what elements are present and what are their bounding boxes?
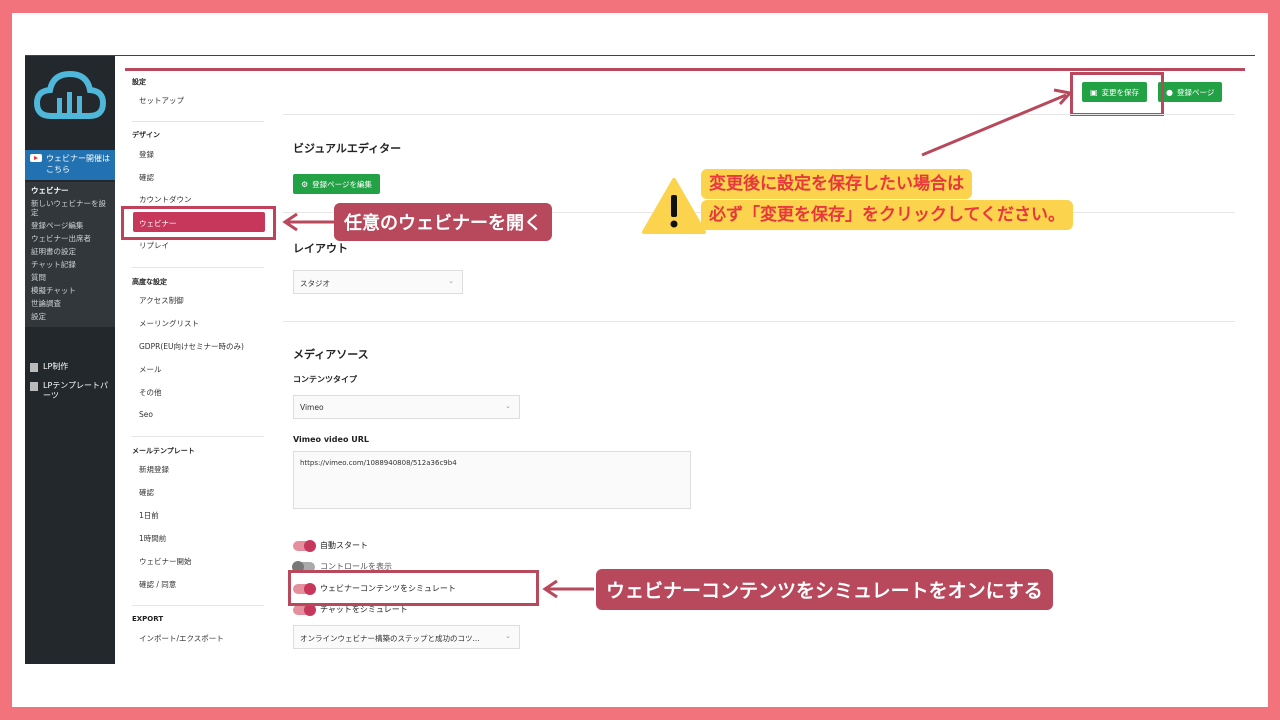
registration-page-button[interactable]: ● 登録ページ [1158, 82, 1223, 102]
callout-save-line1: 変更後に設定を保存したい場合は [701, 169, 972, 199]
vimeo-url-input[interactable]: https://vimeo.com/1088940808/512a36c9b4 [293, 451, 691, 509]
content-type-value: Vimeo [300, 403, 324, 412]
highlight-box-webinar-nav [121, 206, 276, 240]
nav-divider [132, 121, 264, 122]
edit-registration-page-button[interactable]: ⚙ 登録ページを編集 [293, 174, 381, 194]
sidebar-item-lp-template[interactable]: LPテンプレートパーツ [25, 381, 115, 401]
nav-section-settings: 設定 [132, 78, 146, 86]
submenu-settings[interactable]: 設定 [25, 310, 115, 323]
nav-item-confirmation[interactable]: 確認 [139, 172, 154, 183]
submenu-certificate[interactable]: 証明書の設定 [25, 245, 115, 258]
nav-item-access-control[interactable]: アクセス制御 [139, 295, 184, 306]
layout-heading: レイアウト [293, 242, 348, 255]
nav-item-1day[interactable]: 1日前 [139, 510, 159, 521]
folder-icon [30, 382, 38, 391]
warning-icon [642, 178, 706, 234]
nav-item-confirm-consent[interactable]: 確認 / 同意 [139, 579, 176, 590]
highlight-box-simulate [288, 570, 539, 606]
nav-item-1hour[interactable]: 1時間前 [139, 533, 166, 544]
pages-icon [30, 363, 38, 372]
nav-item-mail[interactable]: メール [139, 364, 162, 375]
sidebar-item-webinar[interactable]: ウェビナー開催はこちら [25, 150, 115, 180]
chevron-down-icon: ⌄ [505, 632, 511, 640]
nav-divider [132, 605, 264, 606]
nav-divider [132, 267, 264, 268]
nav-item-mail-confirm[interactable]: 確認 [139, 487, 154, 498]
submenu-new-webinar[interactable]: 新しいウェビナーを設定 [25, 197, 115, 219]
chevron-down-icon: ⌄ [505, 402, 511, 410]
gear-icon: ⚙ [301, 179, 309, 189]
simulate-webinar-select[interactable]: オンラインウェビナー構築のステップと成功のコツ... ⌄ [293, 625, 520, 649]
sidebar-item-lp-make-label: LP制作 [43, 362, 69, 371]
content-type-select[interactable]: Vimeo ⌄ [293, 395, 520, 419]
nav-item-replay[interactable]: リプレイ [139, 240, 169, 251]
submenu-mock-chat[interactable]: 模擬チャット [25, 284, 115, 297]
vimeo-url-label: Vimeo video URL [293, 435, 369, 444]
submenu-reg-page-edit[interactable]: 登録ページ編集 [25, 219, 115, 232]
callout-simulate-on: ウェビナーコンテンツをシミュレートをオンにする [596, 569, 1053, 610]
user-icon: ● [1166, 87, 1173, 97]
top-border-line [25, 55, 1255, 56]
edit-registration-page-label: 登録ページを編集 [312, 179, 373, 189]
content-type-label: コンテンツタイプ [293, 375, 357, 384]
nav-section-mail-templates: メールテンプレート [132, 447, 195, 455]
nav-item-new-registration[interactable]: 新規登録 [139, 464, 169, 475]
visual-editor-heading: ビジュアルエディター [293, 142, 402, 155]
nav-item-other[interactable]: その他 [139, 387, 162, 398]
webinar-submenu: ウェビナー 新しいウェビナーを設定 登録ページ編集 ウェビナー出席者 証明書の設… [25, 182, 115, 327]
sidebar-item-webinar-label: ウェビナー開催はこちら [46, 154, 110, 174]
chevron-down-icon: ⌄ [448, 277, 454, 285]
nav-item-import-export[interactable]: インポート/エクスポート [139, 633, 224, 644]
callout-save-line2: 必ず「変更を保存」をクリックしてください。 [701, 200, 1073, 230]
nav-section-design: デザイン [132, 131, 160, 139]
wp-admin-sidebar: ウェビナー開催はこちら ウェビナー 新しいウェビナーを設定 登録ページ編集 ウェ… [25, 56, 115, 664]
nav-section-advanced: 高度な設定 [132, 278, 167, 286]
nav-item-mailing-list[interactable]: メーリングリスト [139, 318, 199, 329]
media-source-heading: メディアソース [293, 348, 369, 361]
nav-item-webinar-start[interactable]: ウェビナー開始 [139, 556, 192, 567]
layout-select[interactable]: スタジオ ⌄ [293, 270, 463, 294]
nav-section-export: EXPORT [132, 615, 164, 623]
simulate-chat-toggle[interactable] [293, 604, 316, 616]
submenu-webinar[interactable]: ウェビナー [25, 184, 115, 197]
autostart-toggle[interactable] [293, 540, 316, 552]
nav-item-registration[interactable]: 登録 [139, 149, 154, 160]
submenu-attendees[interactable]: ウェビナー出席者 [25, 232, 115, 245]
callout-open-webinar: 任意のウェビナーを開く [334, 203, 552, 241]
section-divider [283, 321, 1235, 322]
sidebar-item-lp-make[interactable]: LP制作 [25, 362, 115, 372]
sidebar-item-lp-template-label: LPテンプレートパーツ [43, 381, 109, 400]
cloud-logo-icon [33, 70, 107, 119]
nav-item-gdpr[interactable]: GDPR(EU向けセミナー時のみ) [139, 341, 244, 352]
layout-select-value: スタジオ [300, 279, 330, 288]
nav-item-seo[interactable]: Seo [139, 410, 153, 419]
submenu-polls[interactable]: 世論調査 [25, 297, 115, 310]
settings-nav: 設定 セットアップ デザイン 登録 確認 カウントダウン ウェビナー リプレイ … [120, 70, 270, 664]
simulate-webinar-select-value: オンラインウェビナー構築のステップと成功のコツ... [300, 634, 480, 643]
submenu-questions[interactable]: 質問 [25, 271, 115, 284]
main-top-accent-bar [125, 68, 1245, 71]
section-divider [283, 114, 1235, 115]
youtube-icon [30, 154, 42, 162]
autostart-label: 自動スタート [320, 541, 368, 550]
highlight-box-save [1070, 72, 1164, 116]
registration-page-label: 登録ページ [1176, 87, 1215, 97]
nav-item-setup[interactable]: セットアップ [139, 95, 184, 106]
nav-divider [132, 436, 264, 437]
submenu-chat-log[interactable]: チャット記録 [25, 258, 115, 271]
nav-item-countdown[interactable]: カウントダウン [139, 194, 192, 205]
